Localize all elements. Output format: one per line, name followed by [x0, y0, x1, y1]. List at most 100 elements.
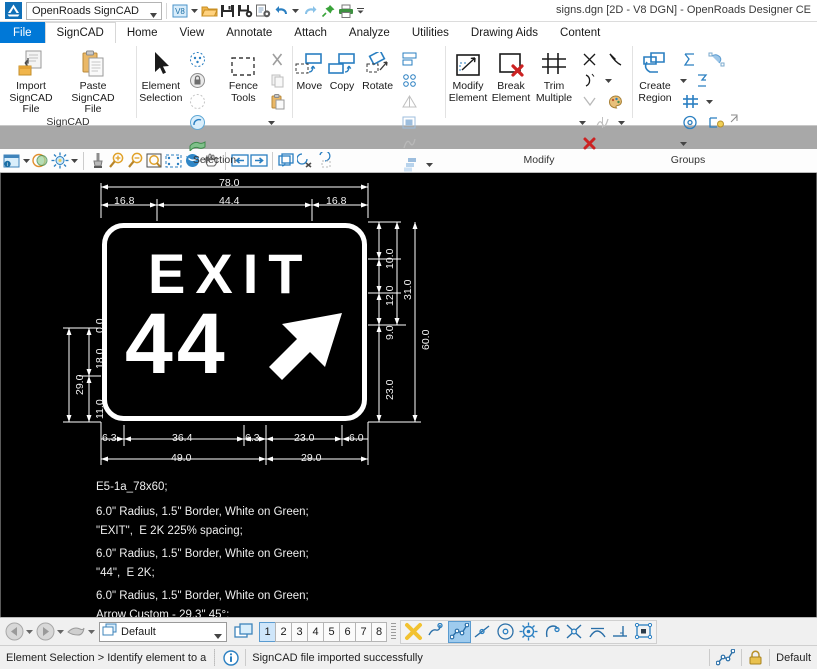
view-toggle-7[interactable]: 7	[355, 621, 371, 642]
open-folder-icon[interactable]	[200, 1, 218, 21]
view-toggle-3[interactable]: 3	[291, 621, 307, 642]
keypoint-snap-icon[interactable]	[448, 620, 471, 643]
scale-icon[interactable]	[397, 91, 423, 112]
select-block-icon[interactable]	[185, 70, 211, 91]
paste-clipboard-icon[interactable]	[265, 91, 291, 112]
move-button[interactable]: Move	[293, 46, 326, 93]
chevron-down-icon[interactable]	[677, 133, 690, 154]
chevron-down-icon[interactable]	[290, 1, 301, 21]
drawing-view[interactable]: EXIT 44 78.0 16.8 44.4 16.8 10.0 12.0 9.…	[0, 173, 817, 617]
rotate-button[interactable]: Rotate	[358, 46, 396, 93]
lock-icon[interactable]	[748, 650, 763, 666]
chevron-down-icon[interactable]	[615, 112, 628, 133]
save-settings-icon[interactable]	[236, 1, 254, 21]
construct-arc-icon[interactable]	[576, 70, 602, 91]
chevron-down-icon[interactable]	[55, 620, 66, 644]
drop-element-icon[interactable]	[677, 112, 703, 133]
save-as-icon[interactable]	[254, 1, 272, 21]
print-icon[interactable]	[337, 1, 355, 21]
partial-delete-icon[interactable]	[589, 112, 615, 133]
tab-analyze[interactable]: Analyze	[338, 22, 401, 43]
mirror-icon[interactable]	[397, 49, 423, 70]
tab-view[interactable]: View	[169, 22, 216, 43]
perpendicular-snap-icon[interactable]	[609, 621, 632, 643]
zoom-in-icon[interactable]	[107, 151, 126, 171]
undo-icon[interactable]	[272, 1, 290, 21]
level-display-combo[interactable]: Default	[99, 621, 227, 642]
view-toggle-4[interactable]: 4	[307, 621, 323, 642]
tangent-snap-icon[interactable]	[586, 621, 609, 643]
level-manager-icon[interactable]	[66, 620, 86, 644]
tab-file[interactable]: File	[0, 22, 45, 43]
align-icon[interactable]	[397, 112, 423, 133]
bisector-snap-icon[interactable]	[540, 621, 563, 643]
insert-vertex-icon[interactable]	[576, 91, 602, 112]
chevron-down-icon[interactable]	[423, 154, 436, 175]
pin-icon[interactable]	[319, 1, 337, 21]
view-display-mode-icon[interactable]	[31, 151, 50, 171]
modify-element-button[interactable]: Modify Element	[446, 46, 490, 104]
chevron-down-icon[interactable]	[24, 620, 35, 644]
delete-element-icon[interactable]	[576, 133, 602, 154]
chevron-down-icon[interactable]	[69, 151, 79, 171]
view-toggle-6[interactable]: 6	[339, 621, 355, 642]
tab-utilities[interactable]: Utilities	[401, 22, 460, 43]
no-snap-icon[interactable]	[402, 621, 425, 643]
chevron-down-icon[interactable]	[703, 91, 716, 112]
copy-clipboard-icon[interactable]	[265, 70, 291, 91]
intersection-snap-icon[interactable]	[563, 621, 586, 643]
select-shape-icon[interactable]	[185, 91, 211, 112]
view-toggle-2[interactable]: 2	[275, 621, 291, 642]
cut-icon[interactable]	[265, 49, 291, 70]
create-complex-chain-icon[interactable]	[690, 70, 716, 91]
add-to-graphic-group-icon[interactable]	[703, 49, 729, 70]
pattern-area-icon[interactable]	[677, 91, 703, 112]
create-region-button[interactable]: Create Region	[633, 46, 677, 104]
select-line-icon[interactable]	[185, 112, 211, 133]
tab-content[interactable]: Content	[549, 22, 611, 43]
element-selection-button[interactable]: Element Selection	[137, 46, 185, 104]
tab-attach[interactable]: Attach	[283, 22, 338, 43]
chevron-down-icon[interactable]	[150, 9, 157, 21]
trim-multiple-button[interactable]: Trim Multiple	[532, 46, 576, 104]
extend-two-icon[interactable]	[576, 49, 602, 70]
back-button[interactable]	[4, 620, 24, 644]
import-signcad-file-button[interactable]: Import SignCAD File	[0, 46, 62, 116]
tab-signcad[interactable]: SignCAD	[44, 22, 116, 43]
redo-icon[interactable]	[301, 1, 319, 21]
chevron-down-icon[interactable]	[677, 70, 690, 91]
chevron-down-icon[interactable]	[189, 1, 200, 21]
change-element-color-icon[interactable]	[602, 91, 628, 112]
chevron-down-icon[interactable]	[214, 630, 222, 642]
keypoint-snap-status-icon[interactable]	[716, 649, 736, 666]
stretch-icon[interactable]	[397, 133, 423, 154]
group-hierarchy-icon[interactable]	[397, 154, 423, 175]
view-attributes-icon[interactable]: i	[2, 151, 21, 171]
chevron-down-icon[interactable]	[21, 151, 31, 171]
save-icon[interactable]	[218, 1, 236, 21]
group-hole-icon[interactable]	[677, 49, 703, 70]
dialog-launcher-icon[interactable]	[730, 114, 739, 125]
customize-qat-icon[interactable]	[355, 1, 366, 21]
models-button[interactable]	[232, 620, 256, 644]
update-view-icon[interactable]	[88, 151, 107, 171]
midpoint-snap-icon[interactable]	[471, 621, 494, 643]
chevron-down-icon[interactable]	[86, 620, 97, 644]
create-complex-shape-icon[interactable]	[703, 112, 729, 133]
break-element-button[interactable]: Break Element	[490, 46, 532, 104]
tab-annotate[interactable]: Annotate	[215, 22, 283, 43]
tab-home[interactable]: Home	[116, 22, 169, 43]
copy-button[interactable]: Copy	[326, 46, 359, 93]
origin-snap-icon[interactable]	[517, 621, 540, 643]
array-icon[interactable]	[397, 70, 423, 91]
point-on-snap-icon[interactable]	[632, 621, 655, 643]
chevron-down-icon[interactable]	[265, 112, 278, 133]
chevron-down-icon[interactable]	[576, 112, 589, 133]
center-snap-icon[interactable]	[494, 621, 517, 643]
tab-drawing-aids[interactable]: Drawing Aids	[460, 22, 549, 43]
forward-button[interactable]	[35, 620, 55, 644]
view-toggle-1[interactable]: 1	[259, 621, 275, 642]
adjust-brightness-icon[interactable]	[50, 151, 69, 171]
fence-tools-button[interactable]: Fence Tools	[222, 46, 265, 104]
product-combo[interactable]: OpenRoads SignCAD	[26, 1, 162, 21]
